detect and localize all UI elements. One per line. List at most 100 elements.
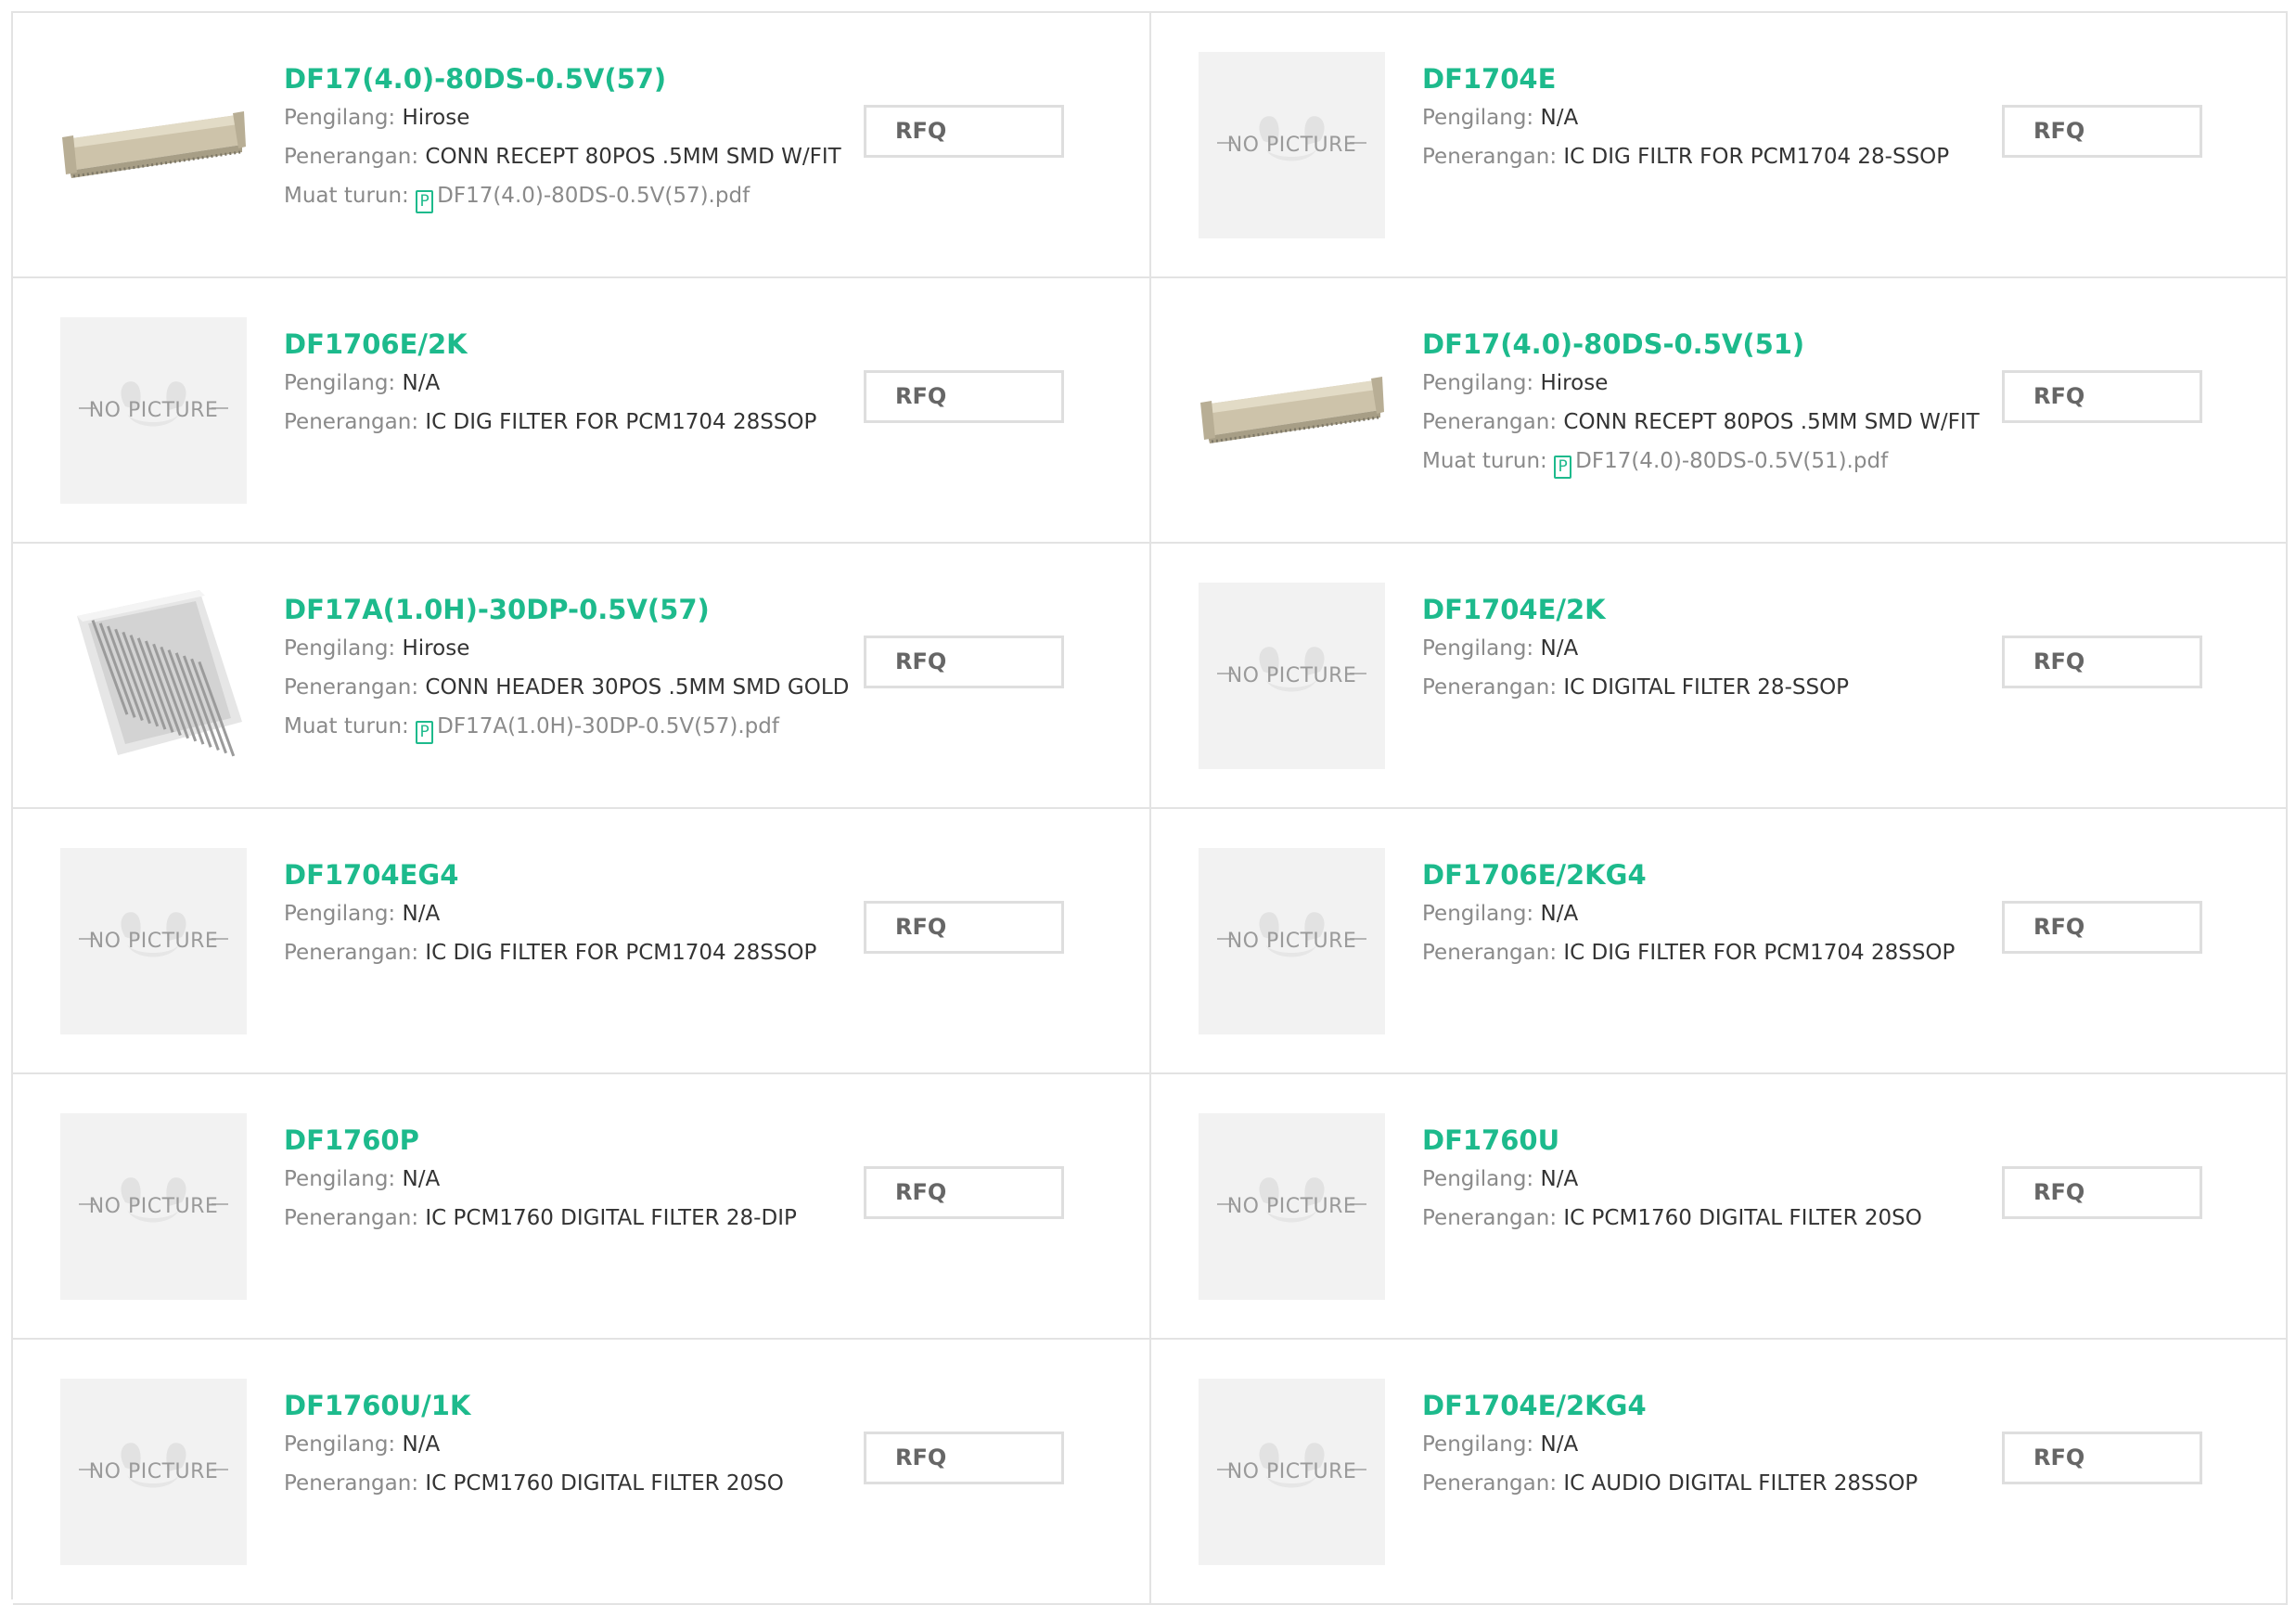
description-value: IC PCM1760 DIGITAL FILTER 20SO (425, 1471, 784, 1496)
description-value: IC DIG FILTR FOR PCM1704 28-SSOP (1563, 145, 1950, 169)
description-row: Penerangan: IC DIGITAL FILTER 28-SSOP (1422, 668, 1979, 707)
manufacturer-value: N/A (402, 902, 441, 926)
description-label: Penerangan: (1422, 941, 1564, 965)
rfq-button[interactable]: RFQ (864, 901, 1064, 954)
product-title-link[interactable]: DF1760P (284, 1123, 840, 1160)
rfq-button[interactable]: RFQ (864, 1432, 1064, 1484)
manufacturer-row: Pengilang: Hirose (1422, 364, 1979, 403)
download-row: Muat turun: P DF17(4.0)-80DS-0.5V(51).pdf (1422, 442, 1979, 481)
description-row: Penerangan: CONN HEADER 30POS .5MM SMD G… (284, 668, 849, 707)
product-info: DF1704EG4 Pengilang: N/A Penerangan: IC … (284, 857, 840, 972)
rfq-button[interactable]: RFQ (864, 370, 1064, 423)
description-row: Penerangan: IC DIG FILTR FOR PCM1704 28-… (1422, 137, 1979, 176)
pdf-icon: P (416, 190, 434, 213)
rfq-button[interactable]: RFQ (2002, 105, 2202, 158)
no-picture-label: NO PICTURE (1226, 664, 1357, 687)
product-title-link[interactable]: DF1704EG4 (284, 857, 840, 894)
description-label: Penerangan: (284, 145, 426, 169)
description-row: Penerangan: IC DIG FILTER FOR PCM1704 28… (1422, 933, 1979, 972)
rfq-button[interactable]: RFQ (2002, 636, 2202, 688)
description-row: Penerangan: CONN RECEPT 80POS .5MM SMD W… (284, 137, 841, 176)
product-card: DF17(4.0)-80DS-0.5V(57) Pengilang: Hiros… (13, 13, 1151, 278)
rfq-button[interactable]: RFQ (2002, 370, 2202, 423)
product-image[interactable]: NO PICTURE (60, 1113, 247, 1300)
description-value: IC AUDIO DIGITAL FILTER 28SSOP (1563, 1471, 1918, 1496)
datasheet-link[interactable]: DF17(4.0)-80DS-0.5V(57).pdf (437, 184, 750, 208)
product-image-connector-header[interactable] (60, 583, 247, 769)
product-card: DF17A(1.0H)-30DP-0.5V(57) Pengilang: Hir… (13, 544, 1151, 809)
manufacturer-label: Pengilang: (1422, 371, 1541, 395)
product-image[interactable]: NO PICTURE (1199, 52, 1385, 238)
product-grid: DF17(4.0)-80DS-0.5V(57) Pengilang: Hiros… (11, 11, 2288, 1605)
manufacturer-label: Pengilang: (284, 902, 403, 926)
description-value: IC DIG FILTER FOR PCM1704 28SSOP (425, 941, 817, 965)
product-info: DF17(4.0)-80DS-0.5V(57) Pengilang: Hiros… (284, 61, 841, 215)
product-image[interactable]: NO PICTURE (60, 848, 247, 1034)
product-image[interactable]: NO PICTURE (60, 317, 247, 504)
description-value: IC PCM1760 DIGITAL FILTER 28-DIP (425, 1206, 797, 1230)
no-picture-label: NO PICTURE (1226, 1195, 1357, 1218)
rfq-button[interactable]: RFQ (2002, 901, 2202, 954)
pdf-icon: P (1554, 456, 1572, 479)
manufacturer-row: Pengilang: N/A (1422, 1425, 1979, 1464)
rfq-button[interactable]: RFQ (864, 1166, 1064, 1219)
product-image-connector-receptacle[interactable] (1199, 317, 1385, 504)
manufacturer-label: Pengilang: (1422, 1432, 1541, 1457)
description-value: CONN HEADER 30POS .5MM SMD GOLD (425, 675, 850, 700)
manufacturer-label: Pengilang: (1422, 1167, 1541, 1191)
product-info: DF1760U/1K Pengilang: N/A Penerangan: IC… (284, 1388, 840, 1503)
rfq-button[interactable]: RFQ (864, 105, 1064, 158)
product-card: NO PICTURE DF1760U/1K Pengilang: N/A Pen… (13, 1340, 1151, 1605)
description-label: Penerangan: (1422, 675, 1564, 700)
product-card: NO PICTURE DF1704E/2K Pengilang: N/A Pen… (1151, 544, 2288, 809)
product-title-link[interactable]: DF1760U/1K (284, 1388, 840, 1425)
description-value: IC DIGITAL FILTER 28-SSOP (1563, 675, 1850, 700)
description-value: CONN RECEPT 80POS .5MM SMD W/FIT (425, 145, 841, 169)
description-row: Penerangan: IC DIG FILTER FOR PCM1704 28… (284, 933, 840, 972)
rfq-button[interactable]: RFQ (864, 636, 1064, 688)
manufacturer-row: Pengilang: N/A (284, 1425, 840, 1464)
datasheet-link[interactable]: DF17(4.0)-80DS-0.5V(51).pdf (1575, 449, 1888, 473)
description-value: CONN RECEPT 80POS .5MM SMD W/FIT (1563, 410, 1980, 434)
product-image[interactable]: NO PICTURE (60, 1379, 247, 1565)
manufacturer-row: Pengilang: N/A (284, 364, 840, 403)
description-label: Penerangan: (284, 1206, 426, 1230)
download-label: Muat turun: (284, 184, 417, 208)
product-card: NO PICTURE DF1760U Pengilang: N/A Penera… (1151, 1074, 2288, 1340)
manufacturer-row: Pengilang: N/A (1422, 1160, 1979, 1199)
rfq-button[interactable]: RFQ (2002, 1432, 2202, 1484)
product-title-link[interactable]: DF1706E/2KG4 (1422, 857, 1979, 894)
description-row: Penerangan: IC PCM1760 DIGITAL FILTER 20… (1422, 1199, 1979, 1238)
product-image[interactable]: NO PICTURE (1199, 583, 1385, 769)
datasheet-link[interactable]: DF17A(1.0H)-30DP-0.5V(57).pdf (437, 714, 779, 738)
manufacturer-label: Pengilang: (284, 1432, 403, 1457)
pdf-icon: P (416, 721, 434, 744)
product-image[interactable]: NO PICTURE (1199, 1113, 1385, 1300)
product-card: NO PICTURE DF1706E/2KG4 Pengilang: N/A P… (1151, 809, 2288, 1074)
no-picture-label: NO PICTURE (1226, 1460, 1357, 1483)
product-title-link[interactable]: DF1704E/2K (1422, 592, 1979, 629)
product-title-link[interactable]: DF1704E (1422, 61, 1979, 98)
product-title-link[interactable]: DF17(4.0)-80DS-0.5V(51) (1422, 327, 1979, 364)
manufacturer-label: Pengilang: (1422, 106, 1541, 130)
manufacturer-value: Hirose (402, 106, 470, 130)
rfq-button[interactable]: RFQ (2002, 1166, 2202, 1219)
product-title-link[interactable]: DF1704E/2KG4 (1422, 1388, 1979, 1425)
manufacturer-value: Hirose (1540, 371, 1609, 395)
no-picture-label: NO PICTURE (1226, 134, 1357, 157)
product-title-link[interactable]: DF1760U (1422, 1123, 1979, 1160)
product-title-link[interactable]: DF17A(1.0H)-30DP-0.5V(57) (284, 592, 840, 629)
manufacturer-label: Pengilang: (284, 371, 403, 395)
description-value: IC DIG FILTER FOR PCM1704 28SSOP (425, 410, 817, 434)
description-label: Penerangan: (1422, 1471, 1564, 1496)
manufacturer-value: N/A (402, 1432, 441, 1457)
product-image[interactable]: NO PICTURE (1199, 1379, 1385, 1565)
product-image-connector-receptacle[interactable] (60, 52, 247, 238)
product-title-link[interactable]: DF17(4.0)-80DS-0.5V(57) (284, 61, 840, 98)
product-card: NO PICTURE DF1706E/2K Pengilang: N/A Pen… (13, 278, 1151, 544)
manufacturer-value: N/A (1540, 1432, 1579, 1457)
manufacturer-row: Pengilang: Hirose (284, 98, 840, 137)
product-image[interactable]: NO PICTURE (1199, 848, 1385, 1034)
product-title-link[interactable]: DF1706E/2K (284, 327, 840, 364)
no-picture-label: NO PICTURE (88, 1460, 219, 1483)
